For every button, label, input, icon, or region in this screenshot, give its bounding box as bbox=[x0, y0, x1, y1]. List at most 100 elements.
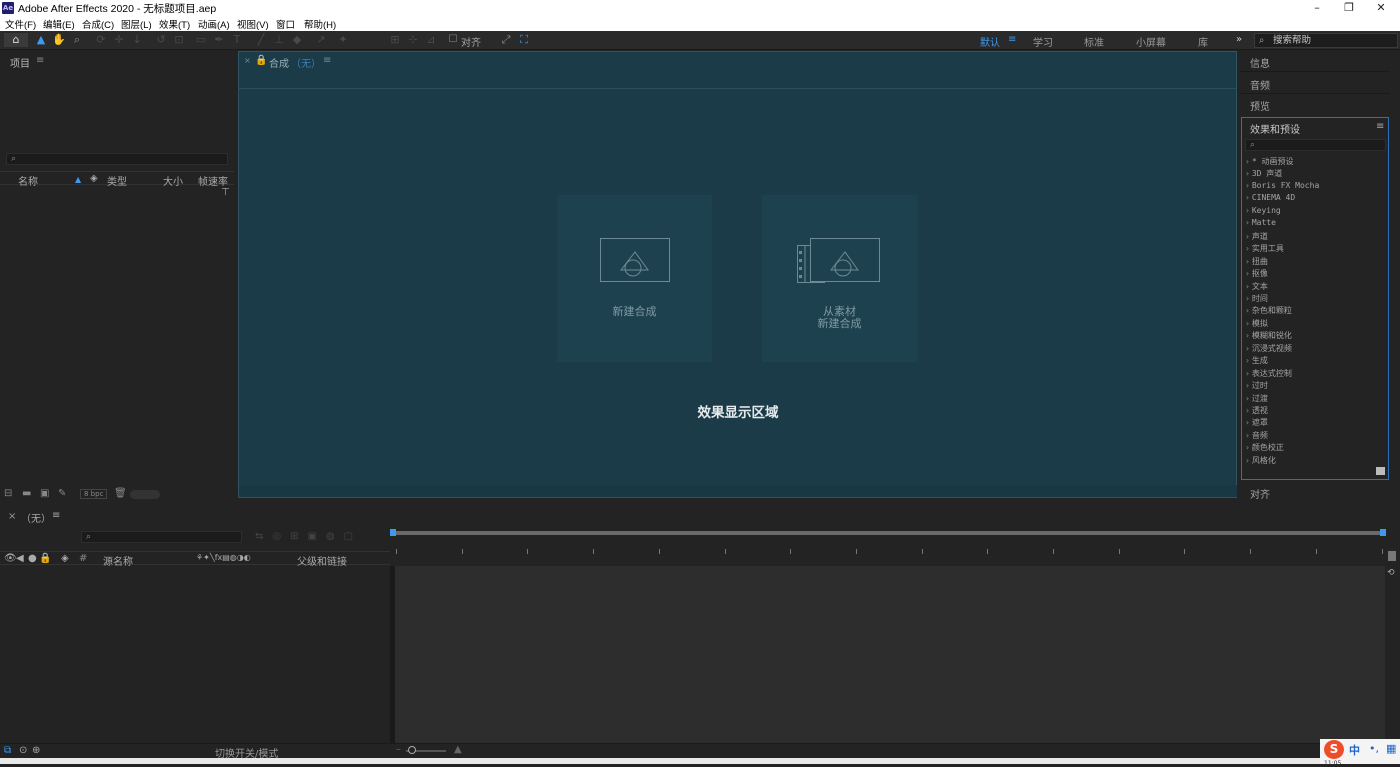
composition-tab-value[interactable]: （无） bbox=[291, 55, 321, 70]
effect-category-item[interactable]: › 遮罩 bbox=[1245, 417, 1268, 428]
close-tab-icon[interactable]: × bbox=[244, 56, 251, 65]
chevron-right-icon[interactable]: › bbox=[1245, 232, 1250, 241]
effects-search-input[interactable]: ⌕ bbox=[1245, 139, 1386, 151]
effect-category-item[interactable]: › 生成 bbox=[1245, 355, 1268, 366]
chevron-right-icon[interactable]: › bbox=[1245, 456, 1250, 465]
close-timeline-icon[interactable]: × bbox=[8, 511, 16, 522]
timeline-menu-icon[interactable]: ≡ bbox=[52, 510, 60, 521]
column-frame-rate[interactable]: 帧速率 bbox=[198, 173, 228, 188]
chevron-right-icon[interactable]: › bbox=[1245, 394, 1250, 403]
ime-punctuation-toggle[interactable]: •, bbox=[1369, 742, 1379, 755]
roto-brush-icon[interactable]: ↗ bbox=[314, 33, 328, 47]
transfer-controls-pane-icon[interactable]: ⊙ bbox=[19, 745, 27, 756]
snap-feature-icon[interactable]: ⛶ bbox=[517, 33, 531, 47]
menu-file[interactable]: 文件(F) bbox=[5, 17, 36, 31]
composition-menu-icon[interactable]: ≡ bbox=[323, 55, 331, 66]
world-axis-icon[interactable]: ⊹ bbox=[406, 33, 420, 47]
effect-category-item[interactable]: › 时间 bbox=[1245, 293, 1268, 304]
clone-stamp-tool-icon[interactable]: ⊥ bbox=[272, 33, 286, 47]
eraser-tool-icon[interactable]: ◆ bbox=[290, 33, 304, 47]
dolly-camera-icon[interactable]: ↓ bbox=[130, 33, 144, 47]
thumbnail-slider[interactable] bbox=[130, 490, 160, 499]
bpc-button[interactable]: 8 bpc bbox=[80, 489, 108, 499]
effect-category-item[interactable]: › CINEMA 4D bbox=[1245, 193, 1295, 202]
menu-layer[interactable]: 图层(L) bbox=[121, 17, 152, 31]
chevron-right-icon[interactable]: › bbox=[1245, 331, 1250, 340]
chevron-right-icon[interactable]: › bbox=[1245, 294, 1250, 303]
chevron-right-icon[interactable]: › bbox=[1245, 406, 1250, 415]
effect-category-item[interactable]: › 扭曲 bbox=[1245, 256, 1268, 267]
timeline-switch-icons[interactable]: ⇆◎⊞▣◍▢ bbox=[255, 531, 362, 542]
restore-button[interactable]: ❐ bbox=[1334, 0, 1364, 16]
chevron-right-icon[interactable]: › bbox=[1245, 206, 1250, 215]
chevron-right-icon[interactable]: › bbox=[1245, 344, 1250, 353]
timeline-search-input[interactable]: ⌕ bbox=[81, 531, 242, 543]
effect-category-item[interactable]: › 颜色校正 bbox=[1245, 442, 1284, 453]
chevron-right-icon[interactable]: › bbox=[1245, 418, 1250, 427]
effect-category-item[interactable]: › Keying bbox=[1245, 206, 1281, 215]
effect-category-item[interactable]: › Boris FX Mocha bbox=[1245, 181, 1319, 190]
brush-tool-icon[interactable]: ╱ bbox=[254, 33, 268, 47]
chevron-right-icon[interactable]: › bbox=[1245, 218, 1250, 227]
chevron-right-icon[interactable]: › bbox=[1245, 169, 1250, 178]
preview-panel-tab[interactable]: 预览 bbox=[1250, 98, 1270, 113]
composition-tab-label[interactable]: 合成 bbox=[269, 55, 289, 70]
timeline-tab-label[interactable]: （无） bbox=[21, 510, 51, 525]
workspace-small-screen[interactable]: 小屏幕 bbox=[1136, 34, 1166, 49]
chevron-right-icon[interactable]: › bbox=[1245, 443, 1250, 452]
effect-category-item[interactable]: › 模糊和锐化 bbox=[1245, 330, 1292, 341]
new-comp-from-footage-card[interactable]: 从素材 新建合成 bbox=[762, 195, 917, 362]
work-area-bar[interactable] bbox=[392, 531, 1384, 535]
help-search-input[interactable]: ⌕ 搜索帮助 bbox=[1254, 33, 1398, 48]
timeline-track-area[interactable] bbox=[395, 566, 1385, 743]
chevron-right-icon[interactable]: › bbox=[1245, 381, 1250, 390]
pan-camera-icon[interactable]: ✛ bbox=[112, 33, 126, 47]
chevron-right-icon[interactable]: › bbox=[1245, 181, 1250, 190]
zoom-slider-thumb[interactable] bbox=[408, 746, 416, 754]
switches-icons[interactable]: ⚘✦╲fx▤◍◑◐ bbox=[196, 553, 251, 562]
workspace-libraries[interactable]: 库 bbox=[1198, 34, 1208, 49]
interpret-footage-icon[interactable]: ⊟ bbox=[4, 488, 12, 499]
anchor-tool-icon[interactable]: ⊡ bbox=[172, 33, 186, 47]
audio-icon[interactable]: ◀ bbox=[16, 553, 24, 564]
sort-ascending-icon[interactable]: ▲ bbox=[75, 175, 81, 184]
menu-animation[interactable]: 动画(A) bbox=[198, 17, 230, 31]
zoom-out-icon[interactable]: – bbox=[396, 744, 401, 755]
new-folder-icon[interactable]: ▬ bbox=[22, 488, 31, 499]
effect-category-item[interactable]: › 透视 bbox=[1245, 405, 1268, 416]
effect-category-item[interactable]: › Matte bbox=[1245, 218, 1276, 227]
chevron-right-icon[interactable]: › bbox=[1245, 431, 1250, 440]
effects-menu-icon[interactable]: ≡ bbox=[1376, 121, 1384, 132]
effect-category-item[interactable]: › 过时 bbox=[1245, 380, 1268, 391]
layer-switches-pane-icon[interactable]: ⧉ bbox=[4, 745, 11, 756]
project-search-input[interactable]: ⌕ bbox=[6, 153, 228, 165]
effect-category-item[interactable]: › 3D 声道 bbox=[1245, 168, 1282, 179]
text-tool-icon[interactable]: T bbox=[230, 33, 244, 47]
effect-category-item[interactable]: › 表达式控制 bbox=[1245, 368, 1292, 379]
menu-composition[interactable]: 合成(C) bbox=[82, 17, 114, 31]
orbit-camera-icon[interactable]: ⟳ bbox=[94, 33, 108, 47]
chevron-right-icon[interactable]: › bbox=[1245, 282, 1250, 291]
menu-window[interactable]: 窗口 bbox=[276, 17, 295, 31]
work-area-end-handle[interactable] bbox=[1380, 529, 1386, 536]
effect-category-item[interactable]: › 抠像 bbox=[1245, 268, 1268, 279]
view-axis-icon[interactable]: ⊿ bbox=[424, 33, 438, 47]
menu-edit[interactable]: 编辑(E) bbox=[43, 17, 75, 31]
chevron-right-icon[interactable]: › bbox=[1245, 369, 1250, 378]
ruler-end-marker[interactable] bbox=[1388, 551, 1396, 561]
audio-panel-tab[interactable]: 音频 bbox=[1250, 77, 1270, 92]
chevron-right-icon[interactable]: › bbox=[1245, 306, 1250, 315]
workspace-default[interactable]: 默认 bbox=[980, 34, 1000, 49]
menu-effect[interactable]: 效果(T) bbox=[159, 17, 190, 31]
chevron-right-icon[interactable]: › bbox=[1245, 319, 1250, 328]
effect-category-item[interactable]: › 文本 bbox=[1245, 281, 1268, 292]
column-type[interactable]: 类型 bbox=[107, 173, 127, 188]
rectangle-tool-icon[interactable]: ▭ bbox=[194, 33, 208, 47]
effect-category-item[interactable]: › 杂色和颗粒 bbox=[1245, 305, 1292, 316]
close-button[interactable]: ✕ bbox=[1366, 0, 1396, 16]
menu-help[interactable]: 帮助(H) bbox=[304, 17, 336, 31]
lock-icon[interactable]: 🔒 bbox=[255, 55, 267, 66]
effect-category-item[interactable]: › 声道 bbox=[1245, 231, 1268, 242]
label-tag-icon[interactable]: ◈ bbox=[90, 173, 98, 184]
zoom-tool-icon[interactable]: ⌕ bbox=[70, 33, 84, 47]
